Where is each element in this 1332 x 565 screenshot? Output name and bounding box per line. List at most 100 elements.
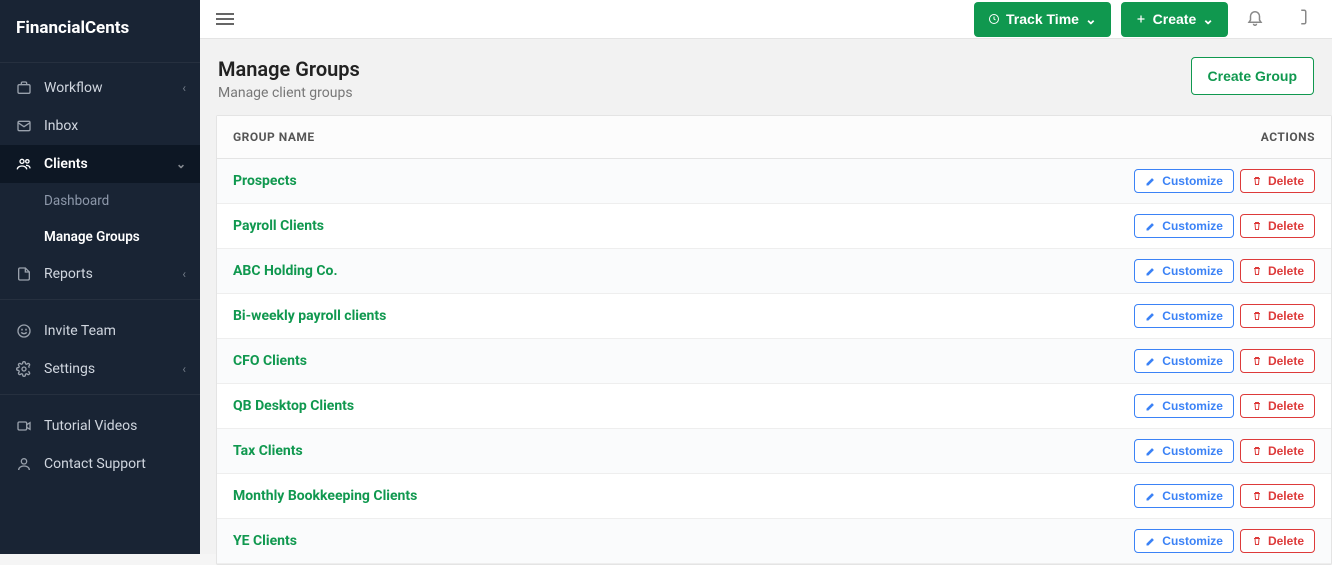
- create-group-button[interactable]: Create Group: [1191, 57, 1314, 95]
- track-time-button[interactable]: Track Time ⌄: [974, 2, 1111, 37]
- chevron-left-icon: ‹: [182, 81, 186, 95]
- delete-label: Delete: [1268, 219, 1304, 233]
- customize-label: Customize: [1162, 399, 1223, 413]
- delete-button[interactable]: Delete: [1240, 439, 1315, 463]
- customize-label: Customize: [1162, 534, 1223, 548]
- group-name-link[interactable]: Payroll Clients: [233, 218, 1134, 234]
- group-name-link[interactable]: Monthly Bookkeeping Clients: [233, 488, 1134, 504]
- bell-icon: [1246, 8, 1264, 26]
- page-title: Manage Groups: [218, 57, 360, 81]
- pencil-icon: [1145, 355, 1157, 367]
- sidebar-item-label: Clients: [44, 156, 88, 172]
- people-icon: [14, 156, 34, 172]
- column-header-name: GROUP NAME: [233, 130, 1115, 144]
- sidebar-item-invite-team[interactable]: Invite Team: [0, 312, 200, 350]
- column-header-actions: ACTIONS: [1115, 130, 1315, 144]
- sidebar-item-workflow[interactable]: Workflow ‹: [0, 69, 200, 107]
- customize-button[interactable]: Customize: [1134, 169, 1234, 193]
- table-row: YE Clients Customize Delete: [217, 519, 1331, 564]
- delete-button[interactable]: Delete: [1240, 259, 1315, 283]
- topbar: Track Time ⌄ Create ⌄: [200, 0, 1332, 39]
- delete-label: Delete: [1268, 354, 1304, 368]
- group-name-link[interactable]: CFO Clients: [233, 353, 1134, 369]
- table-row: Bi-weekly payroll clients Customize Delete: [217, 294, 1331, 339]
- sidebar-item-inbox[interactable]: Inbox: [0, 107, 200, 145]
- menu-toggle-icon[interactable]: [216, 13, 234, 25]
- delete-button[interactable]: Delete: [1240, 214, 1315, 238]
- trash-icon: [1251, 220, 1263, 232]
- delete-label: Delete: [1268, 399, 1304, 413]
- trash-icon: [1251, 310, 1263, 322]
- trash-icon: [1251, 400, 1263, 412]
- delete-label: Delete: [1268, 309, 1304, 323]
- customize-button[interactable]: Customize: [1134, 214, 1234, 238]
- page-header: Manage Groups Manage client groups Creat…: [200, 39, 1332, 115]
- delete-button[interactable]: Delete: [1240, 484, 1315, 508]
- sidebar-subitem-dashboard[interactable]: Dashboard: [0, 183, 200, 219]
- pencil-icon: [1145, 490, 1157, 502]
- delete-button[interactable]: Delete: [1240, 169, 1315, 193]
- sidebar-item-reports[interactable]: Reports ‹: [0, 255, 200, 293]
- sidebar-item-clients[interactable]: Clients ⌄: [0, 145, 200, 183]
- customize-button[interactable]: Customize: [1134, 439, 1234, 463]
- person-icon: [14, 456, 34, 472]
- sidebar-item-label: Contact Support: [44, 456, 146, 472]
- customize-label: Customize: [1162, 219, 1223, 233]
- group-name-link[interactable]: Bi-weekly payroll clients: [233, 308, 1134, 324]
- group-name-link[interactable]: ABC Holding Co.: [233, 263, 1134, 279]
- chevron-left-icon: ‹: [182, 267, 186, 281]
- group-name-link[interactable]: YE Clients: [233, 533, 1134, 549]
- sidebar-item-label: Workflow: [44, 80, 103, 96]
- logout-button[interactable]: [1282, 0, 1316, 38]
- sidebar-item-label: Reports: [44, 266, 93, 282]
- customize-button[interactable]: Customize: [1134, 304, 1234, 328]
- customize-label: Customize: [1162, 174, 1223, 188]
- briefcase-icon: [14, 80, 34, 96]
- create-button[interactable]: Create ⌄: [1121, 2, 1228, 37]
- sidebar: FinancialCents Workflow ‹ Inbox Clients …: [0, 0, 200, 554]
- trash-icon: [1251, 265, 1263, 277]
- customize-label: Customize: [1162, 309, 1223, 323]
- customize-button[interactable]: Customize: [1134, 529, 1234, 553]
- chevron-down-icon: ⌄: [1085, 11, 1097, 28]
- clock-icon: [988, 13, 1000, 25]
- delete-button[interactable]: Delete: [1240, 304, 1315, 328]
- customize-button[interactable]: Customize: [1134, 394, 1234, 418]
- notifications-button[interactable]: [1238, 0, 1272, 38]
- delete-button[interactable]: Delete: [1240, 529, 1315, 553]
- pencil-icon: [1145, 445, 1157, 457]
- plus-icon: [1135, 13, 1147, 25]
- group-name-link[interactable]: Tax Clients: [233, 443, 1134, 459]
- create-label: Create: [1153, 11, 1197, 27]
- delete-button[interactable]: Delete: [1240, 349, 1315, 373]
- sidebar-subitem-manage-groups[interactable]: Manage Groups: [0, 219, 200, 255]
- sidebar-item-tutorial-videos[interactable]: Tutorial Videos: [0, 407, 200, 445]
- customize-label: Customize: [1162, 264, 1223, 278]
- pencil-icon: [1145, 535, 1157, 547]
- trash-icon: [1251, 490, 1263, 502]
- customize-button[interactable]: Customize: [1134, 349, 1234, 373]
- trash-icon: [1251, 535, 1263, 547]
- smiley-icon: [14, 323, 34, 339]
- chevron-down-icon: ⌄: [176, 157, 186, 171]
- sidebar-item-contact-support[interactable]: Contact Support: [0, 445, 200, 483]
- chevron-down-icon: ⌄: [1202, 11, 1214, 28]
- customize-button[interactable]: Customize: [1134, 259, 1234, 283]
- table-row: Payroll Clients Customize Delete: [217, 204, 1331, 249]
- sidebar-item-settings[interactable]: Settings ‹: [0, 350, 200, 388]
- customize-label: Customize: [1162, 354, 1223, 368]
- delete-label: Delete: [1268, 444, 1304, 458]
- gear-icon: [14, 361, 34, 377]
- delete-label: Delete: [1268, 534, 1304, 548]
- delete-button[interactable]: Delete: [1240, 394, 1315, 418]
- group-name-link[interactable]: QB Desktop Clients: [233, 398, 1134, 414]
- group-name-link[interactable]: Prospects: [233, 173, 1134, 189]
- pencil-icon: [1145, 220, 1157, 232]
- envelope-icon: [14, 118, 34, 134]
- logout-icon: [1290, 8, 1308, 26]
- customize-button[interactable]: Customize: [1134, 484, 1234, 508]
- main-area: Track Time ⌄ Create ⌄ Manage Groups Mana…: [200, 0, 1332, 554]
- groups-table: GROUP NAME ACTIONS Prospects Customize Del…: [216, 115, 1332, 565]
- sidebar-item-label: Settings: [44, 361, 95, 377]
- delete-label: Delete: [1268, 489, 1304, 503]
